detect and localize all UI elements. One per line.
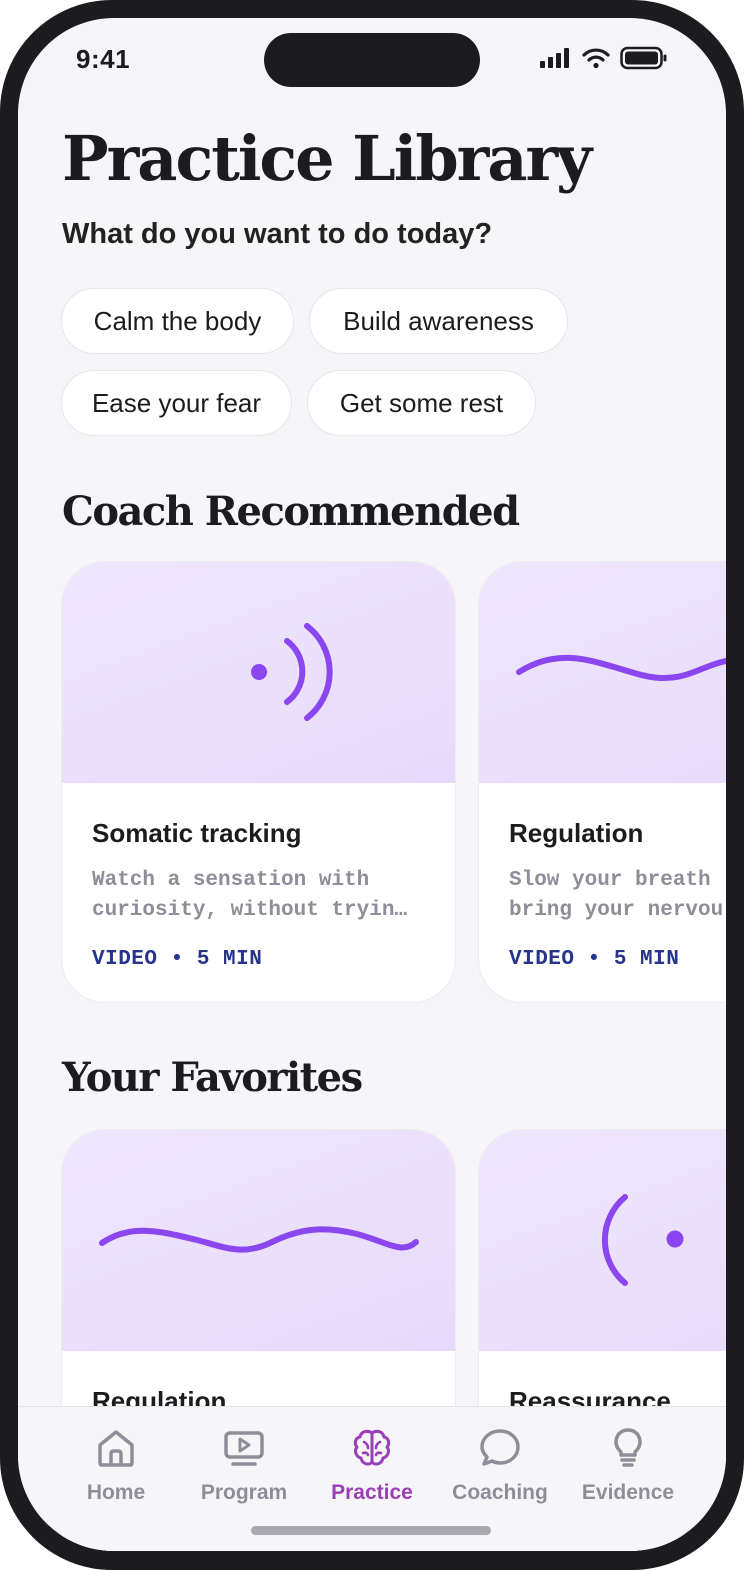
tab-label: Home [86,1481,146,1504]
tab-evidence[interactable]: Evidence [564,1427,692,1505]
practice-card-somatic-tracking[interactable]: Somatic tracking Watch a sensation with … [61,561,456,1003]
tab-label: Practice [331,1481,413,1504]
home-indicator[interactable] [251,1526,491,1535]
screen: 9:41 Practice Library What do you want t… [18,18,726,1551]
card-description: Slow your breath bring your nervou [509,869,724,922]
page-subtitle: What do you want to do today? [62,218,493,250]
tab-home[interactable]: Home [52,1427,180,1505]
card-title: Regulation [509,818,644,848]
battery-icon [620,46,667,70]
card-description: Watch a sensation with curiosity, withou… [92,869,408,922]
practice-card-regulation[interactable]: Regulation Slow your breath bring your n… [478,561,726,1003]
chat-bubble-icon [480,1429,520,1466]
status-time: 9:41 [76,44,131,74]
arc-dot-icon [601,1194,684,1286]
brain-icon [353,1429,391,1466]
card-hero [62,1130,455,1351]
tab-practice[interactable]: Practice [308,1427,436,1505]
card-meta: VIDEO • 5 MIN [509,948,680,971]
lightbulb-icon [614,1428,642,1467]
filter-chip-get-some-rest[interactable]: Get some rest [307,370,536,436]
tab-label: Coaching [452,1481,548,1504]
home-icon [98,1430,134,1467]
filter-chip-ease-your-fear[interactable]: Ease your fear [61,370,292,436]
tab-coaching[interactable]: Coaching [436,1427,564,1505]
filter-chip-build-awareness[interactable]: Build awareness [309,288,568,354]
wave-line-icon [99,1226,419,1253]
dynamic-island [264,33,480,87]
video-icon [224,1431,264,1466]
card-title: Somatic tracking [92,818,302,848]
card-hero [62,562,455,783]
filter-chip-calm-the-body[interactable]: Calm the body [61,288,294,354]
section-title-coach-recommended: Coach Recommended [62,488,520,535]
wifi-icon [582,48,610,69]
tab-label: Program [200,1481,288,1504]
tab-label: Evidence [581,1481,675,1504]
page-title: Practice Library [62,122,592,195]
device-frame: 9:41 Practice Library What do you want t… [0,0,744,1570]
card-hero [479,1130,726,1351]
status-icons [540,46,668,70]
cellular-signal-icon [540,48,569,68]
card-hero [479,562,726,783]
wave-line-icon [516,654,726,682]
section-title-your-favorites: Your Favorites [62,1054,363,1101]
sound-waves-icon [251,623,333,721]
tab-program[interactable]: Program [180,1427,308,1505]
card-meta: VIDEO • 5 MIN [92,948,263,971]
